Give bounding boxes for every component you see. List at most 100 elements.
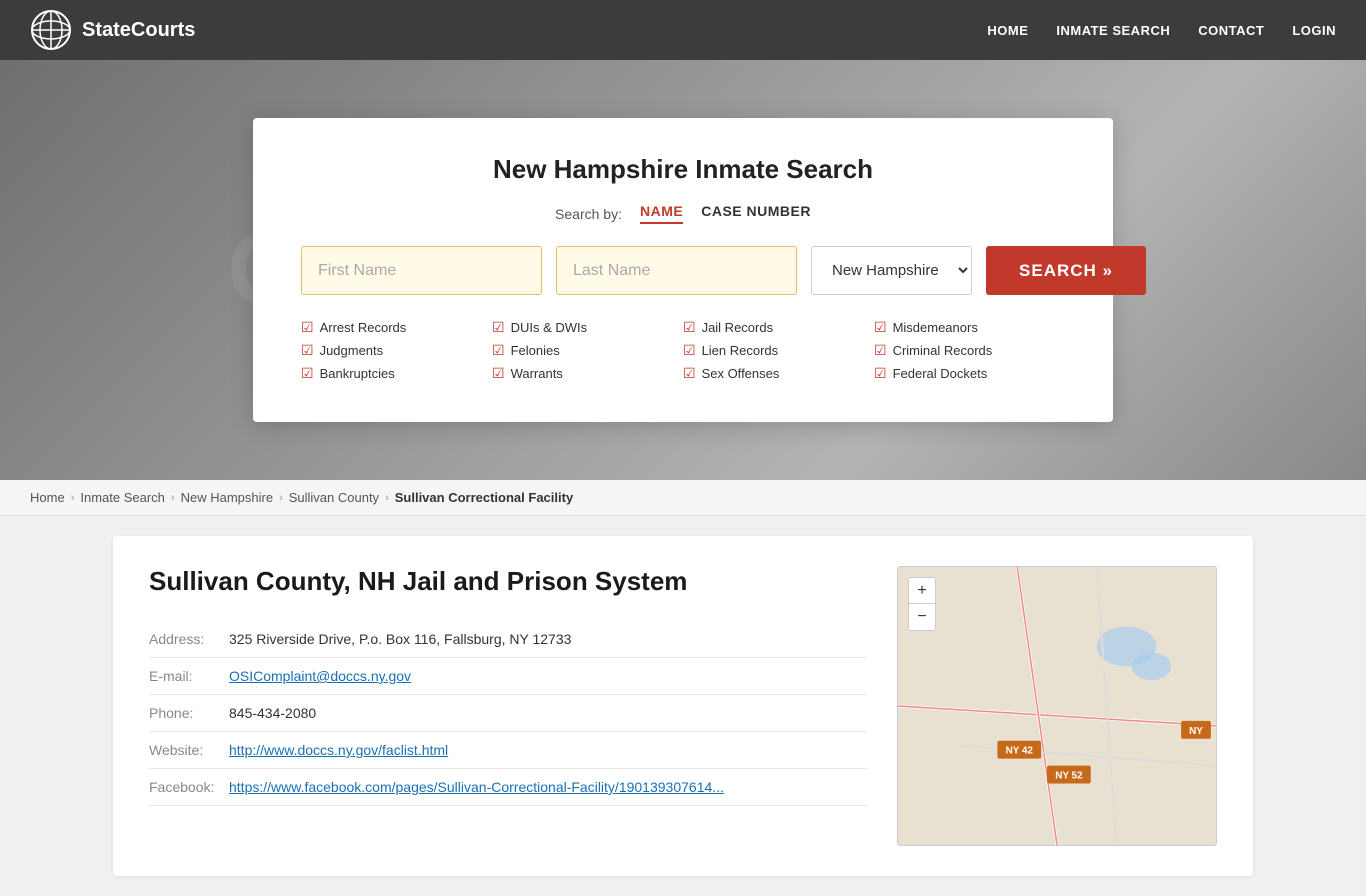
svg-text:NY 52: NY 52 <box>1055 770 1083 781</box>
site-nav: HOME INMATE SEARCH CONTACT LOGIN <box>987 23 1336 38</box>
search-button[interactable]: SEARCH » <box>986 246 1146 295</box>
check-federal-dockets: ☑ Federal Dockets <box>874 365 1065 382</box>
breadcrumb: Home › Inmate Search › New Hampshire › S… <box>0 480 1366 516</box>
map-zoom-in[interactable]: + <box>909 578 935 604</box>
nav-login[interactable]: LOGIN <box>1292 23 1336 38</box>
svg-text:NY 42: NY 42 <box>1006 746 1034 757</box>
main-content: Sullivan County, NH Jail and Prison Syst… <box>83 516 1283 896</box>
map-svg: NY 42 NY 52 NY <box>898 567 1216 845</box>
check-icon: ☑ <box>301 365 314 382</box>
breadcrumb-sep: › <box>279 492 283 504</box>
nav-contact[interactable]: CONTACT <box>1198 23 1264 38</box>
checklist-grid: ☑ Arrest Records ☑ Judgments ☑ Bankruptc… <box>301 319 1065 382</box>
facebook-label: Facebook: <box>149 769 229 806</box>
check-icon: ☑ <box>492 365 505 382</box>
facebook-link[interactable]: https://www.facebook.com/pages/Sullivan-… <box>229 779 724 795</box>
email-value: OSIComplaint@doccs.ny.gov <box>229 658 867 695</box>
check-label: Judgments <box>320 343 384 358</box>
phone-label: Phone: <box>149 695 229 732</box>
facebook-value: https://www.facebook.com/pages/Sullivan-… <box>229 769 867 806</box>
check-icon: ☑ <box>683 342 696 359</box>
checklist-col-2: ☑ DUIs & DWIs ☑ Felonies ☑ Warrants <box>492 319 683 382</box>
checklist-col-3: ☑ Jail Records ☑ Lien Records ☑ Sex Offe… <box>683 319 874 382</box>
website-link[interactable]: http://www.doccs.ny.gov/faclist.html <box>229 742 448 758</box>
facility-info: Sullivan County, NH Jail and Prison Syst… <box>149 566 867 846</box>
logo-icon <box>30 9 72 51</box>
check-label: Jail Records <box>702 320 774 335</box>
checklist-col-1: ☑ Arrest Records ☑ Judgments ☑ Bankruptc… <box>301 319 492 382</box>
check-icon: ☑ <box>874 342 887 359</box>
check-lien-records: ☑ Lien Records <box>683 342 874 359</box>
search-by-row: Search by: NAME CASE NUMBER <box>301 203 1065 224</box>
tab-name[interactable]: NAME <box>640 203 683 224</box>
check-label: Sex Offenses <box>702 366 780 381</box>
check-label: Arrest Records <box>320 320 407 335</box>
check-label: Misdemeanors <box>893 320 978 335</box>
email-label: E-mail: <box>149 658 229 695</box>
map-container: + − NY 42 NY 52 <box>897 566 1217 846</box>
check-criminal-records: ☑ Criminal Records <box>874 342 1065 359</box>
breadcrumb-state[interactable]: New Hampshire <box>181 490 273 505</box>
address-value: 325 Riverside Drive, P.o. Box 116, Falls… <box>229 621 867 658</box>
check-jail-records: ☑ Jail Records <box>683 319 874 336</box>
phone-value: 845-434-2080 <box>229 695 867 732</box>
check-sex-offenses: ☑ Sex Offenses <box>683 365 874 382</box>
breadcrumb-sep: › <box>171 492 175 504</box>
check-icon: ☑ <box>874 319 887 336</box>
search-card-title: New Hampshire Inmate Search <box>301 154 1065 185</box>
check-icon: ☑ <box>683 319 696 336</box>
map-zoom-out[interactable]: − <box>909 604 935 630</box>
check-label: Criminal Records <box>893 343 993 358</box>
check-label: Lien Records <box>702 343 779 358</box>
check-arrest-records: ☑ Arrest Records <box>301 319 492 336</box>
state-select[interactable]: New Hampshire <box>811 246 972 295</box>
email-link[interactable]: OSIComplaint@doccs.ny.gov <box>229 668 411 684</box>
website-label: Website: <box>149 732 229 769</box>
phone-row: Phone: 845-434-2080 <box>149 695 867 732</box>
check-icon: ☑ <box>874 365 887 382</box>
check-label: DUIs & DWIs <box>511 320 588 335</box>
first-name-input[interactable] <box>301 246 542 295</box>
check-icon: ☑ <box>492 342 505 359</box>
search-card: New Hampshire Inmate Search Search by: N… <box>253 118 1113 422</box>
breadcrumb-home[interactable]: Home <box>30 490 65 505</box>
nav-home[interactable]: HOME <box>987 23 1028 38</box>
map-zoom-controls: + − <box>908 577 936 631</box>
info-table: Address: 325 Riverside Drive, P.o. Box 1… <box>149 621 867 806</box>
check-misdemeanors: ☑ Misdemeanors <box>874 319 1065 336</box>
email-row: E-mail: OSIComplaint@doccs.ny.gov <box>149 658 867 695</box>
website-value: http://www.doccs.ny.gov/faclist.html <box>229 732 867 769</box>
check-duis: ☑ DUIs & DWIs <box>492 319 683 336</box>
breadcrumb-sep: › <box>71 492 75 504</box>
breadcrumb-sep: › <box>385 492 389 504</box>
check-icon: ☑ <box>301 319 314 336</box>
check-judgments: ☑ Judgments <box>301 342 492 359</box>
check-icon: ☑ <box>492 319 505 336</box>
facility-title: Sullivan County, NH Jail and Prison Syst… <box>149 566 867 597</box>
check-icon: ☑ <box>301 342 314 359</box>
facility-card: Sullivan County, NH Jail and Prison Syst… <box>113 536 1253 876</box>
site-header: StateCourts HOME INMATE SEARCH CONTACT L… <box>0 0 1366 60</box>
check-label: Felonies <box>511 343 560 358</box>
checklist-col-4: ☑ Misdemeanors ☑ Criminal Records ☑ Fede… <box>874 319 1065 382</box>
svg-text:NY: NY <box>1189 726 1203 737</box>
check-label: Federal Dockets <box>893 366 988 381</box>
address-label: Address: <box>149 621 229 658</box>
tab-case-number[interactable]: CASE NUMBER <box>701 203 811 224</box>
breadcrumb-current: Sullivan Correctional Facility <box>395 490 573 505</box>
check-label: Warrants <box>511 366 563 381</box>
last-name-input[interactable] <box>556 246 797 295</box>
site-logo[interactable]: StateCourts <box>30 9 195 51</box>
nav-inmate-search[interactable]: INMATE SEARCH <box>1056 23 1170 38</box>
check-warrants: ☑ Warrants <box>492 365 683 382</box>
check-felonies: ☑ Felonies <box>492 342 683 359</box>
search-by-label: Search by: <box>555 206 622 222</box>
address-row: Address: 325 Riverside Drive, P.o. Box 1… <box>149 621 867 658</box>
check-icon: ☑ <box>683 365 696 382</box>
hero-section: COURTHOUSE New Hampshire Inmate Search S… <box>0 60 1366 480</box>
breadcrumb-county[interactable]: Sullivan County <box>289 490 379 505</box>
breadcrumb-inmate-search[interactable]: Inmate Search <box>80 490 165 505</box>
logo-text: StateCourts <box>82 19 195 42</box>
website-row: Website: http://www.doccs.ny.gov/faclist… <box>149 732 867 769</box>
search-inputs-row: New Hampshire SEARCH » <box>301 246 1065 295</box>
